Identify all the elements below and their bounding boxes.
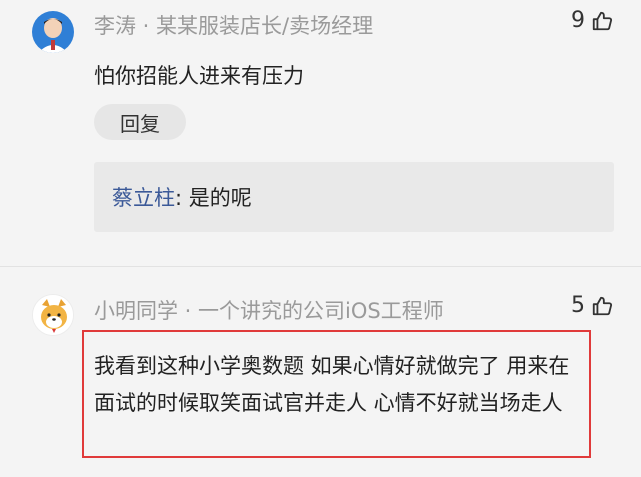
author-title: 某某服装店长/卖场经理	[156, 14, 374, 38]
reply-preview[interactable]: 蔡立柱: 是的呢	[94, 162, 614, 232]
thumbs-up-icon	[592, 296, 613, 315]
like-button[interactable]: 9	[571, 8, 613, 33]
author-name[interactable]: 李涛	[94, 14, 136, 38]
reply-text: : 是的呢	[175, 186, 252, 210]
highlight-box	[82, 330, 591, 458]
author-name[interactable]: 小明同学	[94, 299, 178, 323]
reply-author[interactable]: 蔡立柱	[112, 182, 175, 212]
comment-item: 李涛 · 某某服装店长/卖场经理 9 怕你招能人进来有压力 回复 蔡立柱: 是的…	[0, 0, 641, 266]
reply-button[interactable]: 回复	[94, 104, 186, 140]
like-count: 5	[571, 293, 585, 318]
comment-byline: 李涛 · 某某服装店长/卖场经理	[94, 14, 374, 38]
divider	[0, 266, 641, 267]
comment-byline: 小明同学 · 一个讲究的公司iOS工程师	[94, 299, 444, 323]
like-count: 9	[571, 8, 585, 33]
author-title: 一个讲究的公司iOS工程师	[198, 299, 444, 323]
avatar[interactable]	[32, 11, 74, 53]
avatar[interactable]	[32, 294, 74, 336]
thumbs-up-icon	[592, 11, 613, 30]
like-button[interactable]: 5	[571, 293, 613, 318]
comment-text: 怕你招能人进来有压力	[94, 64, 304, 88]
